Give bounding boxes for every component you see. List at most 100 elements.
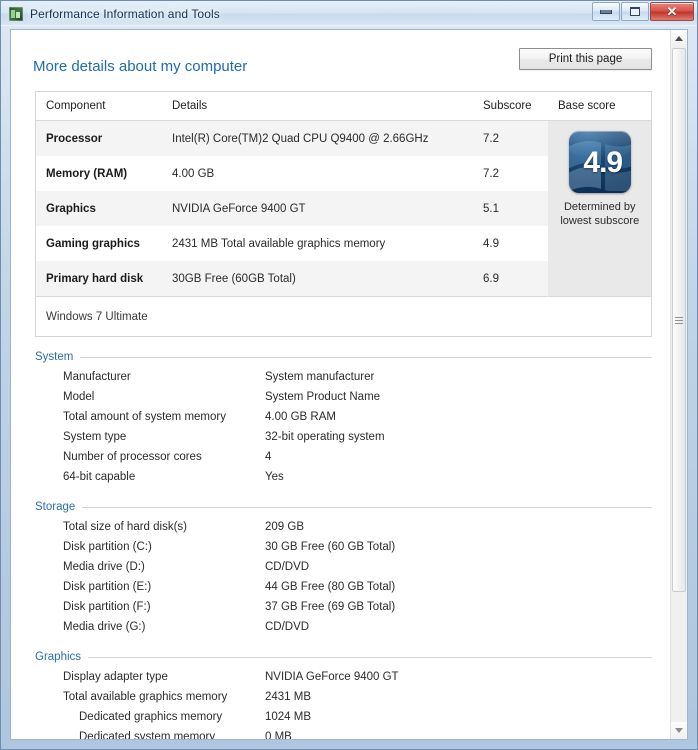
row-subscore: 7.2 bbox=[483, 167, 499, 180]
base-score-cell: 4.9 Determined by lowest subscore bbox=[547, 120, 651, 297]
list-item: Media drive (G:) CD/DVD bbox=[35, 617, 652, 637]
row-component: Primary hard disk bbox=[36, 261, 162, 297]
row-subscore: 4.9 bbox=[483, 237, 499, 250]
detail-key: Total size of hard disk(s) bbox=[63, 521, 187, 533]
content-pane: More details about my computer Print thi… bbox=[11, 30, 670, 739]
detail-value: NVIDIA GeForce 9400 GT bbox=[265, 671, 399, 683]
detail-value: System manufacturer bbox=[265, 371, 375, 383]
detail-key: System type bbox=[63, 431, 127, 443]
detail-key: Disk partition (F:) bbox=[63, 601, 151, 613]
detail-value: 4.00 GB RAM bbox=[265, 411, 336, 423]
list-item: Total available graphics memory 2431 MB bbox=[35, 687, 652, 707]
section-system: System Manufacturer System manufacturer … bbox=[35, 351, 652, 487]
list-item: Dedicated graphics memory 1024 MB bbox=[35, 707, 652, 727]
detail-key: Disk partition (C:) bbox=[63, 541, 152, 553]
section-divider bbox=[82, 506, 652, 508]
base-score-caption: Determined by lowest subscore bbox=[560, 201, 640, 227]
vertical-scrollbar[interactable] bbox=[670, 30, 687, 739]
header-subscore: Subscore bbox=[473, 92, 548, 121]
list-item: Disk partition (C:) 30 GB Free (60 GB To… bbox=[35, 537, 652, 557]
scroll-down-button[interactable] bbox=[671, 722, 687, 739]
detail-key: Manufacturer bbox=[63, 371, 131, 383]
section-title: Storage bbox=[35, 501, 76, 513]
list-item: Total size of hard disk(s) 209 GB bbox=[35, 517, 652, 537]
list-item: Model System Product Name bbox=[35, 387, 652, 407]
detail-value: 37 GB Free (69 GB Total) bbox=[265, 601, 396, 613]
detail-value: 0 MB bbox=[265, 731, 292, 739]
list-item: Disk partition (F:) 37 GB Free (69 GB To… bbox=[35, 597, 652, 617]
row-details: Intel(R) Core(TM)2 Quad CPU Q9400 @ 2.66… bbox=[162, 120, 473, 156]
section-divider bbox=[80, 356, 652, 358]
detail-key: Number of processor cores bbox=[63, 451, 202, 463]
detail-key: 64-bit capable bbox=[63, 471, 136, 483]
detail-key: Dedicated graphics memory bbox=[79, 711, 223, 723]
row-subscore: 6.9 bbox=[473, 261, 548, 297]
detail-value: 2431 MB bbox=[265, 691, 312, 703]
detail-key: Model bbox=[63, 391, 95, 403]
detail-value: CD/DVD bbox=[265, 621, 310, 633]
list-item: Display adapter type NVIDIA GeForce 9400… bbox=[35, 667, 652, 687]
detail-value: 44 GB Free (80 GB Total) bbox=[265, 581, 396, 593]
detail-key: Total available graphics memory bbox=[63, 691, 228, 703]
row-details: 4.00 GB bbox=[172, 167, 215, 180]
maximize-button[interactable] bbox=[621, 2, 649, 21]
list-item: Number of processor cores 4 bbox=[35, 447, 652, 467]
minimize-icon bbox=[600, 9, 612, 14]
detail-value: 209 GB bbox=[265, 521, 304, 533]
section-divider bbox=[88, 656, 652, 658]
detail-key: Total amount of system memory bbox=[63, 411, 226, 423]
section-header: Graphics bbox=[35, 651, 652, 663]
detail-value: CD/DVD bbox=[265, 561, 310, 573]
operating-system-row: Windows 7 Ultimate bbox=[36, 296, 651, 336]
page-title: More details about my computer bbox=[33, 58, 248, 75]
close-button[interactable]: ✕ bbox=[650, 2, 694, 21]
score-table-header-row: Component Details Subscore Base score bbox=[36, 92, 651, 121]
score-table-container: Component Details Subscore Base score Pr… bbox=[35, 91, 652, 337]
section-header: System bbox=[35, 351, 652, 363]
section-graphics: Graphics Display adapter type NVIDIA GeF… bbox=[35, 651, 652, 739]
row-subscore: 7.2 bbox=[473, 120, 548, 156]
title-bar: Performance Information and Tools ✕ bbox=[1, 1, 697, 26]
base-score-value: 4.9 bbox=[583, 146, 623, 179]
window-title: Performance Information and Tools bbox=[30, 6, 220, 21]
row-details: NVIDIA GeForce 9400 GT bbox=[162, 191, 473, 226]
header-details: Details bbox=[162, 92, 473, 121]
row-component: Processor bbox=[36, 120, 162, 156]
list-item: Total amount of system memory 4.00 GB RA… bbox=[35, 407, 652, 427]
detail-value: 1024 MB bbox=[265, 711, 312, 723]
row-component: Graphics bbox=[36, 191, 162, 226]
close-icon: ✕ bbox=[666, 4, 678, 19]
header-base-score: Base score bbox=[548, 92, 651, 121]
performance-meter-icon bbox=[9, 6, 23, 21]
detail-key: Media drive (D:) bbox=[63, 561, 145, 573]
row-subscore: 5.1 bbox=[473, 191, 548, 226]
header-component: Component bbox=[36, 92, 162, 121]
scroll-up-button[interactable] bbox=[671, 30, 687, 47]
detail-value: 4 bbox=[265, 451, 272, 463]
minimize-button[interactable] bbox=[592, 2, 620, 21]
detail-value: Yes bbox=[265, 471, 284, 483]
maximize-icon bbox=[630, 7, 640, 16]
operating-system-label: Windows 7 Ultimate bbox=[36, 296, 651, 336]
detail-value: System Product Name bbox=[265, 391, 381, 403]
chevron-down-icon bbox=[675, 728, 683, 733]
detail-value: 30 GB Free (60 GB Total) bbox=[265, 541, 396, 553]
print-this-page-button[interactable]: Print this page bbox=[519, 48, 652, 70]
list-item: System type 32-bit operating system bbox=[35, 427, 652, 447]
client-area: More details about my computer Print thi… bbox=[10, 29, 688, 740]
list-item: Media drive (D:) CD/DVD bbox=[35, 557, 652, 577]
section-header: Storage bbox=[35, 501, 652, 513]
chevron-up-icon bbox=[675, 36, 683, 41]
detail-key: Dedicated system memory bbox=[79, 731, 216, 739]
section-storage: Storage Total size of hard disk(s) 209 G… bbox=[35, 501, 652, 637]
detail-value: 32-bit operating system bbox=[265, 431, 385, 443]
performance-information-window: Performance Information and Tools ✕ More… bbox=[0, 0, 698, 750]
scrollbar-thumb[interactable] bbox=[672, 48, 686, 592]
base-score-badge: 4.9 bbox=[568, 131, 631, 193]
section-title: System bbox=[35, 351, 74, 363]
row-component: Memory (RAM) bbox=[46, 167, 128, 180]
row-details: 30GB Free (60GB Total) bbox=[162, 261, 473, 297]
caption-buttons: ✕ bbox=[591, 2, 694, 21]
score-table: Component Details Subscore Base score Pr… bbox=[36, 92, 651, 336]
page-header: More details about my computer Print thi… bbox=[11, 48, 670, 75]
